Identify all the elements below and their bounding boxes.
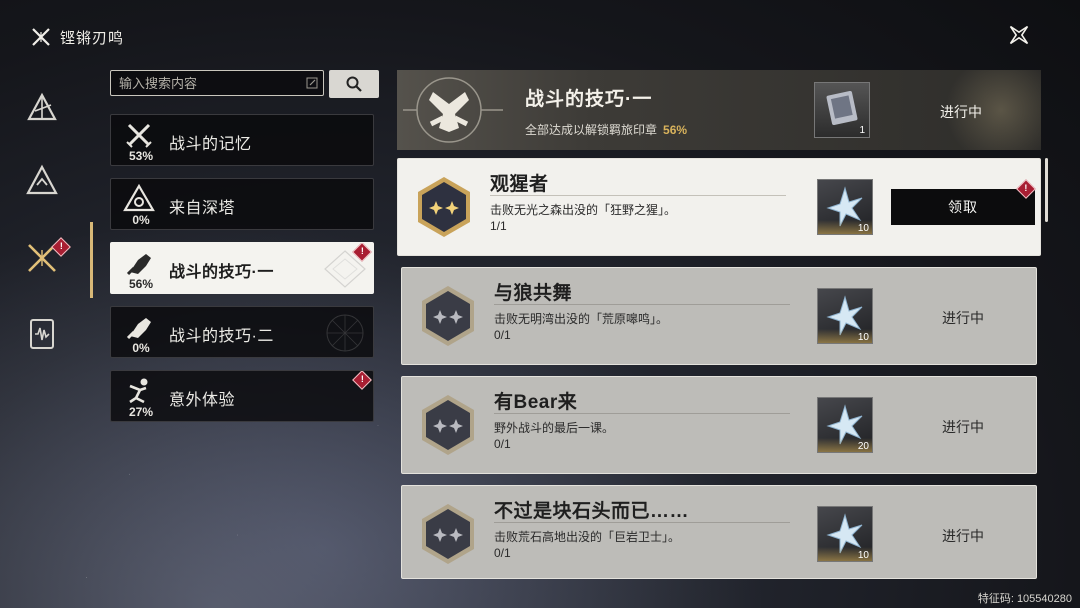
category-percent: 0% xyxy=(132,213,150,227)
task-reward-item[interactable]: 10 xyxy=(817,179,873,235)
reward-quantity: 10 xyxy=(857,223,869,234)
tower-sigil-icon xyxy=(119,183,159,215)
task-description: 击败无光之森出没的「狂野之猩」。 xyxy=(490,203,677,217)
compass-pattern-icon xyxy=(326,314,364,352)
search-icon xyxy=(346,76,362,92)
banner-title: 战斗的技巧·一 xyxy=(525,89,653,110)
task-reward-item[interactable]: 10 xyxy=(817,506,873,562)
close-button[interactable] xyxy=(1004,20,1034,50)
nav-item-triangle-rune[interactable] xyxy=(22,88,62,128)
sparkle-hex-icon xyxy=(418,177,470,237)
category-alert-badge: ! xyxy=(352,371,372,390)
category-item[interactable]: 0% 战斗的技巧·二 xyxy=(110,306,374,358)
task-description: 击败无明湾出没的「荒原嗥鸣」。 xyxy=(494,312,669,326)
crossed-blades-icon xyxy=(32,28,50,46)
claim-alert-badge: ! xyxy=(1016,179,1036,199)
nav-item-mountain[interactable] xyxy=(22,160,62,200)
task-progress: 0/1 xyxy=(494,328,511,342)
category-percent: 56% xyxy=(128,277,154,291)
category-percent: 53% xyxy=(128,149,154,163)
claim-button-label: 领取 xyxy=(948,199,978,215)
task-title: 与狼共舞 xyxy=(494,283,573,304)
task-description: 野外战斗的最后一课。 xyxy=(494,421,615,435)
nav-item-sound[interactable] xyxy=(22,314,62,354)
task-title: 不过是块石头而已…… xyxy=(494,501,690,522)
category-item-active[interactable]: 56% 战斗的技巧·一 ! xyxy=(110,242,374,294)
banner-subtitle: 全部达成以解锁羁旅印章 56% xyxy=(525,121,687,138)
task-description: 击败荒石高地出没的「巨岩卫士」。 xyxy=(494,530,681,544)
task-divider xyxy=(494,304,790,305)
mountain-icon xyxy=(26,164,58,195)
task-title: 有Bear来 xyxy=(494,392,578,413)
category-item[interactable]: 0% 来自深塔 xyxy=(110,178,374,230)
category-percent: 27% xyxy=(128,405,154,419)
edit-icon xyxy=(306,77,318,89)
achievement-task: 观猩者 击败无光之森出没的「狂野之猩」。 1/1 10 领取 ! xyxy=(397,158,1041,256)
banner-status: 进行中 xyxy=(940,104,982,120)
search-button[interactable] xyxy=(329,70,379,98)
sparkle-hex-icon xyxy=(422,504,474,564)
nav-item-blades[interactable]: ! xyxy=(22,237,71,278)
banner-reward-item[interactable]: 1 xyxy=(814,82,870,138)
falling-figure-icon xyxy=(119,375,159,407)
sparkle-hex-icon xyxy=(422,395,474,455)
task-divider xyxy=(494,413,790,414)
close-icon xyxy=(1009,25,1029,45)
category-item[interactable]: 27% 意外体验 ! xyxy=(110,370,374,422)
category-label: 战斗的技巧·一 xyxy=(169,264,274,281)
task-progress: 0/1 xyxy=(494,437,511,451)
banner-percent: 56% xyxy=(663,123,688,137)
task-reward-item[interactable]: 10 xyxy=(817,288,873,344)
achievement-group-banner: 战斗的技巧·一 全部达成以解锁羁旅印章 56% 1 进行中 xyxy=(397,70,1041,150)
banner-subtitle-text: 全部达成以解锁羁旅印章 xyxy=(525,123,658,137)
reward-quantity: 20 xyxy=(857,441,869,452)
task-title: 观猩者 xyxy=(490,174,549,195)
reward-quantity: 10 xyxy=(857,332,869,343)
category-label: 战斗的记忆 xyxy=(169,136,252,153)
achievement-task: 不过是块石头而已…… 击败荒石高地出没的「巨岩卫士」。 0/1 10 进行中 xyxy=(401,485,1037,579)
category-item[interactable]: 53% 战斗的记忆 xyxy=(110,114,374,166)
app-title-text: 铿锵刃鸣 xyxy=(60,29,125,47)
task-status: 进行中 xyxy=(942,419,984,435)
sparkle-hex-icon xyxy=(422,286,474,346)
achievement-task: 有Bear来 野外战斗的最后一课。 0/1 20 进行中 xyxy=(401,376,1037,474)
nav-active-indicator xyxy=(90,222,93,298)
task-progress: 0/1 xyxy=(494,546,511,560)
crossed-swords-icon xyxy=(119,119,159,151)
fist-icon xyxy=(119,247,159,279)
task-reward-item[interactable]: 20 xyxy=(817,397,873,453)
search-input[interactable] xyxy=(110,70,324,96)
feature-code: 特征码: 105540280 xyxy=(977,593,1072,605)
reward-quantity: 1 xyxy=(859,125,865,136)
handshake-emblem-icon xyxy=(403,77,503,143)
task-progress: 1/1 xyxy=(490,219,507,233)
category-percent: 0% xyxy=(132,341,150,355)
task-list-scrollbar[interactable] xyxy=(1045,158,1048,222)
task-status: 进行中 xyxy=(942,528,984,544)
achievement-task: 与狼共舞 击败无明湾出没的「荒原嗥鸣」。 0/1 10 进行中 xyxy=(401,267,1037,365)
soundwave-card-icon xyxy=(30,319,54,349)
claim-button[interactable]: 领取 ! xyxy=(891,179,1036,225)
task-divider xyxy=(494,522,790,523)
category-label: 意外体验 xyxy=(169,392,236,409)
task-divider xyxy=(490,195,786,196)
app-title: 铿锵刃鸣 xyxy=(30,26,124,48)
task-status: 进行中 xyxy=(942,310,984,326)
category-label: 战斗的技巧·二 xyxy=(169,328,274,345)
category-label: 来自深塔 xyxy=(169,200,236,217)
fist-icon xyxy=(119,311,159,343)
triangle-rune-icon xyxy=(27,92,57,121)
reward-quantity: 10 xyxy=(857,550,869,561)
